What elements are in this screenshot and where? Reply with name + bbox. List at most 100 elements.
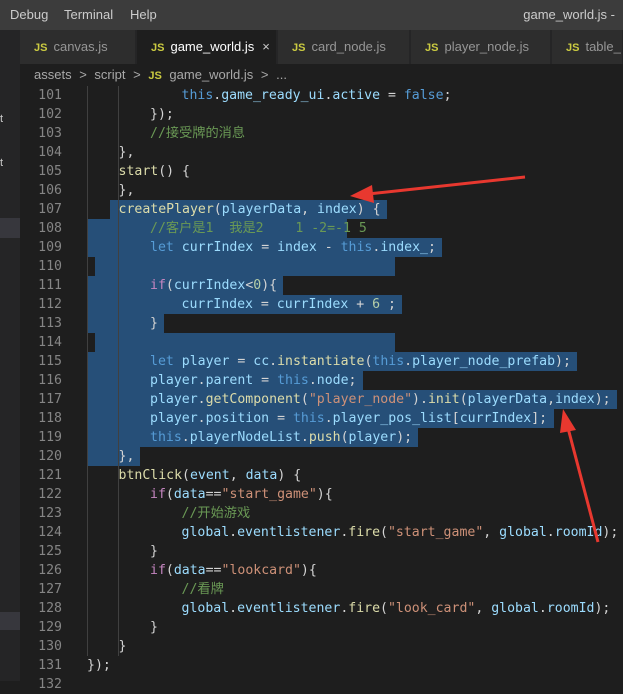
code-text: let player = cc.instantiate(this.player_… xyxy=(150,352,571,371)
code-token: push xyxy=(308,430,341,445)
code-line[interactable]: 103 //接受牌的消息 xyxy=(20,124,623,143)
code-line[interactable]: 121 btnClick(event, data) { xyxy=(20,466,623,485)
code-line[interactable]: 130} xyxy=(20,637,623,656)
code-line[interactable]: 106}, xyxy=(20,181,623,200)
menu-terminal[interactable]: Terminal xyxy=(64,7,113,22)
code-line[interactable]: 127 //看牌 xyxy=(20,580,623,599)
line-number: 117 xyxy=(38,392,62,407)
code-token: let xyxy=(150,240,174,255)
sidebar-item-2[interactable]: t xyxy=(0,152,20,174)
code-token: }); xyxy=(87,658,111,673)
line-number: 112 xyxy=(38,297,62,312)
code-line[interactable]: 125} xyxy=(20,542,623,561)
code-token: fire xyxy=(348,525,381,540)
code-token: player xyxy=(150,392,198,407)
code-line[interactable]: 132 xyxy=(20,675,623,694)
code-token: data xyxy=(245,468,278,483)
code-line[interactable]: 105 start() { xyxy=(20,162,623,181)
code-token: instantiate xyxy=(277,354,365,369)
line-number: 110 xyxy=(38,259,62,274)
code-text: currIndex = currIndex + 6 ; xyxy=(182,295,396,314)
code-token: ){ xyxy=(300,563,317,578)
code-text: player.getComponent("player_node").init(… xyxy=(150,390,611,409)
code-text: createPlayer(playerData, index) { xyxy=(119,200,381,219)
code-text: player.parent = this.node; xyxy=(150,371,357,390)
code-text: if(currIndex<0){ xyxy=(150,276,277,295)
code-token: . xyxy=(269,354,278,369)
code-line[interactable]: 119 this.playerNodeList.push(player); xyxy=(20,428,623,447)
code-token: . xyxy=(181,430,190,445)
code-line[interactable]: 116 player.parent = this.node; xyxy=(20,371,623,390)
code-line[interactable]: 113} xyxy=(20,314,623,333)
code-line[interactable]: 118 player.position = this.player_pos_lis… xyxy=(20,409,623,428)
line-number: 105 xyxy=(38,164,62,179)
code-token: currIndex xyxy=(181,240,254,255)
code-text: } xyxy=(119,637,127,656)
line-number: 128 xyxy=(38,601,62,616)
code-line[interactable]: 115 let player = cc.instantiate(this.play… xyxy=(20,352,623,371)
code-editor[interactable]: 101 this.game_ready_ui.active = false; 102… xyxy=(20,86,623,692)
code-token: . xyxy=(308,373,317,388)
tab-label: player_node.js xyxy=(444,39,530,54)
line-number: 116 xyxy=(38,373,62,388)
code-line[interactable]: 107 createPlayer(playerData, index) { xyxy=(20,200,623,219)
code-token: = xyxy=(380,88,404,103)
code-line[interactable]: 123 //开始游戏 xyxy=(20,504,623,523)
code-line[interactable]: 120}, xyxy=(20,447,623,466)
code-line[interactable]: 124 global.eventlistener.fire("start_game… xyxy=(20,523,623,542)
tab-game-world[interactable]: JS game_world.js × xyxy=(137,30,277,64)
breadcrumb-assets[interactable]: assets xyxy=(34,67,72,82)
code-line[interactable]: 114 xyxy=(20,333,623,352)
sidebar-item-lower[interactable] xyxy=(0,612,20,630)
breadcrumb-more[interactable]: ... xyxy=(276,67,287,82)
tab-table[interactable]: JS table_ xyxy=(552,30,623,64)
js-file-icon: JS xyxy=(34,42,48,54)
code-line[interactable]: 109 let currIndex = index - this.index_; xyxy=(20,238,623,257)
code-token: currIndex xyxy=(173,278,246,293)
code-token: init xyxy=(427,392,460,407)
code-token: "player_node" xyxy=(308,392,413,407)
code-token: == xyxy=(205,487,222,502)
code-line[interactable]: 101 this.game_ready_ui.active = false; xyxy=(20,86,623,105)
code-token: } xyxy=(150,316,158,331)
code-text: } xyxy=(150,314,158,333)
code-token: index xyxy=(555,392,595,407)
sidebar-item-1[interactable]: t xyxy=(0,108,20,130)
code-token: player xyxy=(150,411,198,426)
breadcrumb-script[interactable]: script xyxy=(94,67,125,82)
code-token: ){ xyxy=(261,278,278,293)
sidebar-selected-item[interactable] xyxy=(0,218,20,238)
menu-help[interactable]: Help xyxy=(130,7,157,22)
tab-canvas[interactable]: JS canvas.js xyxy=(20,30,136,64)
code-line[interactable]: 110 xyxy=(20,257,623,276)
code-token: getComponent xyxy=(205,392,301,407)
code-line[interactable]: 104}, xyxy=(20,143,623,162)
code-line[interactable]: 117 player.getComponent("player_node").in… xyxy=(20,390,623,409)
code-line[interactable]: 126 if(data=="lookcard"){ xyxy=(20,561,623,580)
code-token: "start_game" xyxy=(221,487,317,502)
code-line[interactable]: 111 if(currIndex<0){ xyxy=(20,276,623,295)
menu-debug[interactable]: Debug xyxy=(10,7,48,22)
code-token: //客户是1 我是2 1 -2=-1 5 xyxy=(150,221,367,236)
tab-player-node[interactable]: JS player_node.js xyxy=(411,30,551,64)
code-line[interactable]: 131}); xyxy=(20,656,623,675)
code-line[interactable]: 122 if(data=="start_game"){ xyxy=(20,485,623,504)
code-text: global.eventlistener.fire("start_game", … xyxy=(182,523,619,542)
code-line[interactable]: 108 //客户是1 我是2 1 -2=-1 5 xyxy=(20,219,623,238)
code-text: let currIndex = index - this.index_; xyxy=(150,238,436,257)
code-token: cc xyxy=(253,354,270,369)
code-line[interactable]: 102}); xyxy=(20,105,623,124)
breadcrumb-file[interactable]: game_world.js xyxy=(169,67,253,82)
code-token: ); xyxy=(602,525,619,540)
code-token: . xyxy=(197,373,206,388)
code-line[interactable]: 129} xyxy=(20,618,623,637)
code-line[interactable]: 128 global.eventlistener.fire("look_card"… xyxy=(20,599,623,618)
code-token: ) { xyxy=(277,468,302,483)
code-token: position xyxy=(205,411,270,426)
close-icon[interactable]: × xyxy=(262,39,270,54)
code-token: . xyxy=(404,354,413,369)
code-token: fire xyxy=(348,601,381,616)
code-line[interactable]: 112 currIndex = currIndex + 6 ; xyxy=(20,295,623,314)
code-token: . xyxy=(324,411,333,426)
tab-card-node[interactable]: JS card_node.js xyxy=(278,30,410,64)
